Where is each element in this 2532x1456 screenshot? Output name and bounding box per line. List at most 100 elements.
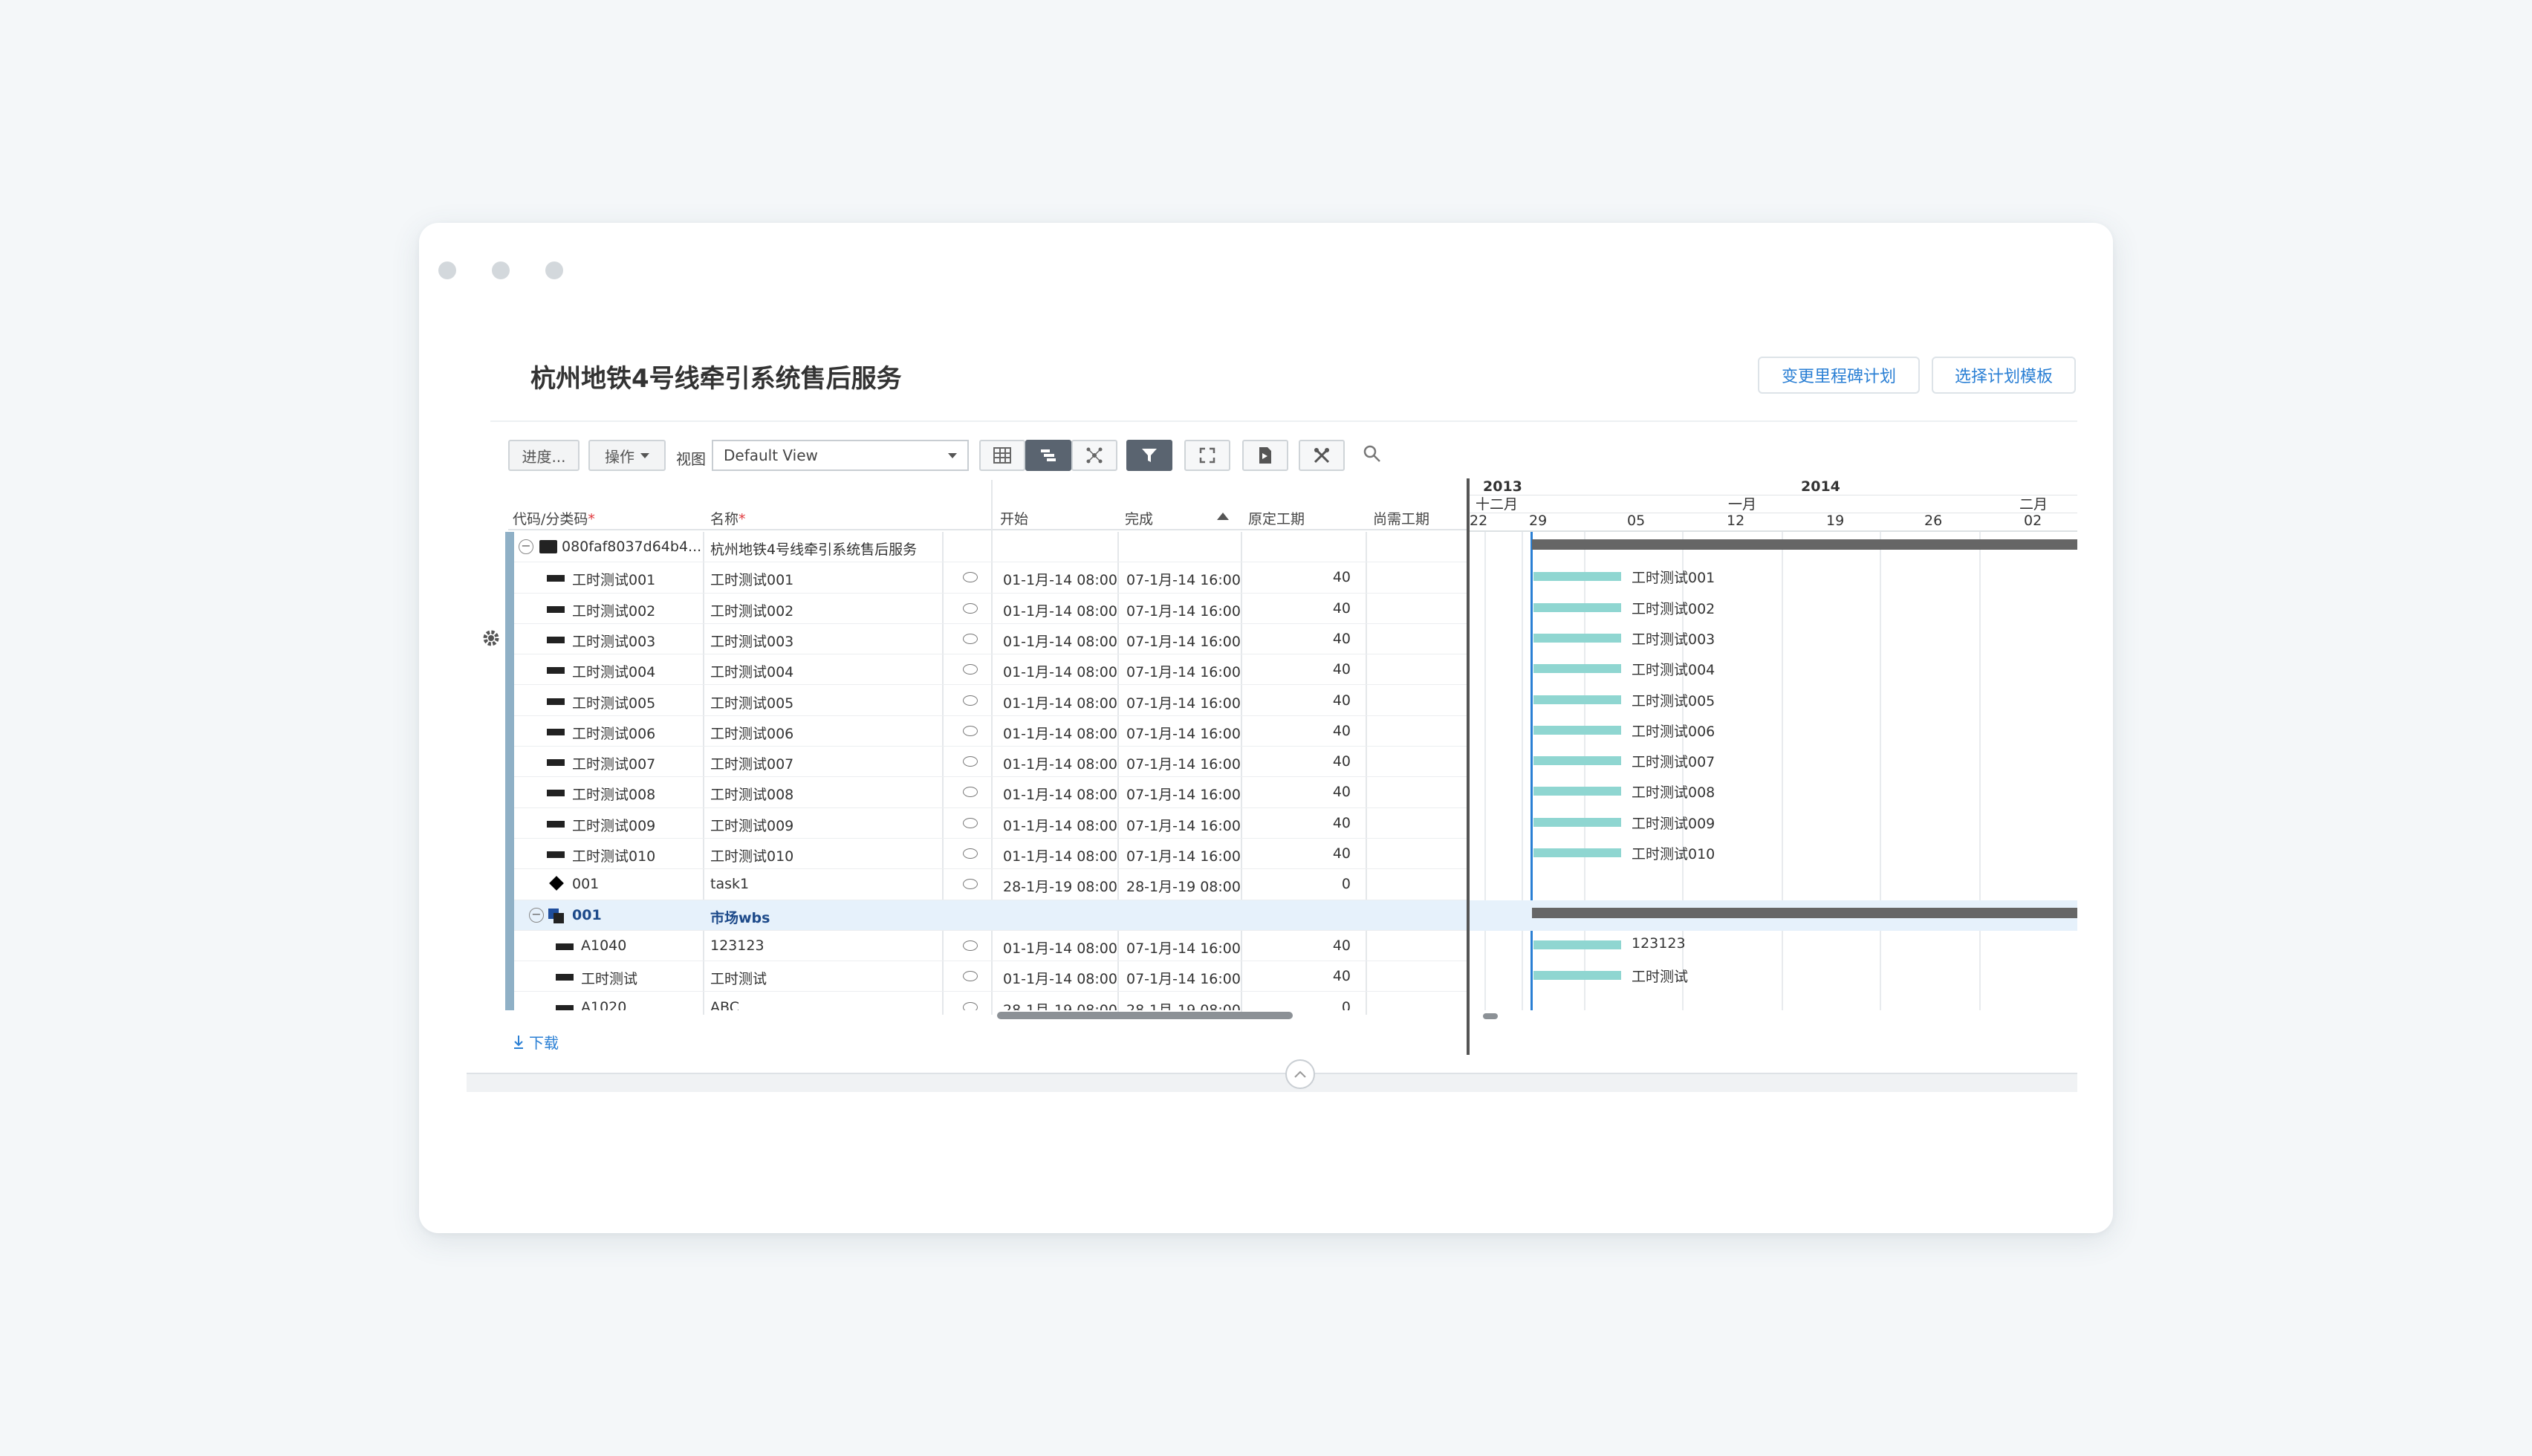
collapse-toggle-icon[interactable]: − — [529, 907, 544, 923]
gantt-timescale: 2013 2014 十二月 一月 二月 22 29 05 12 19 26 02 — [1470, 478, 2077, 532]
notes-bubble-icon[interactable] — [963, 602, 978, 614]
gear-icon — [483, 630, 499, 646]
row-duration: 40 — [1332, 569, 1351, 586]
table-row[interactable]: 工时测试002 工时测试002 01-1月-14 08:00 07-1月-14 16:… — [514, 594, 1467, 624]
window-dot-maximize[interactable] — [545, 261, 563, 279]
row-code: 001 — [572, 906, 602, 923]
notes-bubble-icon[interactable] — [963, 664, 978, 675]
row-code: 工时测试006 — [572, 725, 656, 742]
column-header-code[interactable]: 代码/分类码* — [513, 508, 595, 528]
column-header-orig-duration[interactable]: 原定工期 — [1248, 508, 1305, 528]
filter-button[interactable] — [1126, 440, 1172, 471]
collapse-panel-button[interactable] — [1285, 1059, 1315, 1089]
tools-icon — [1314, 447, 1330, 464]
task-bar[interactable] — [1533, 633, 1621, 643]
table-row[interactable]: − 001 市场wbs — [514, 900, 1467, 931]
notes-bubble-icon[interactable] — [963, 971, 978, 982]
task-bar[interactable] — [1533, 971, 1621, 981]
table-row[interactable]: 工时测试005 工时测试005 01-1月-14 08:00 07-1月-14 16:… — [514, 686, 1467, 716]
window-dot-close[interactable] — [438, 261, 456, 279]
column-header-name[interactable]: 名称* — [710, 508, 746, 528]
table-row[interactable]: 工时测试004 工时测试004 01-1月-14 08:00 07-1月-14 16:… — [514, 654, 1467, 686]
row-start: 01-1月-14 08:00 — [1003, 725, 1117, 742]
task-bar-label: 工时测试003 — [1632, 631, 1715, 648]
task-bar-label: 工时测试008 — [1632, 784, 1715, 802]
notes-bubble-icon[interactable] — [963, 572, 978, 583]
export-button[interactable] — [1242, 440, 1288, 471]
week-label: 05 — [1627, 513, 1646, 529]
column-header-finish[interactable]: 完成 — [1125, 508, 1153, 528]
row-name: 工时测试005 — [710, 695, 794, 712]
table-row[interactable]: 工时测试003 工时测试003 01-1月-14 08:00 07-1月-14 16:… — [514, 624, 1467, 655]
table-row[interactable]: 工时测试010 工时测试010 01-1月-14 08:00 07-1月-14 16:… — [514, 839, 1467, 870]
task-bar[interactable] — [1533, 848, 1621, 857]
notes-bubble-icon[interactable] — [963, 756, 978, 767]
notes-bubble-icon[interactable] — [963, 817, 978, 828]
download-link[interactable]: 下载 — [513, 1031, 559, 1053]
row-code: 工时测试004 — [572, 664, 656, 681]
window-dot-minimize[interactable] — [492, 261, 510, 279]
table-row[interactable]: 工时测试009 工时测试009 01-1月-14 08:00 07-1月-14 16:… — [514, 808, 1467, 839]
table-row[interactable]: − 080faf8037d64b4... 杭州地铁4号线牵引系统售后服务 — [514, 532, 1467, 563]
task-bar[interactable] — [1533, 572, 1621, 582]
collapse-toggle-icon[interactable]: − — [519, 539, 533, 554]
summary-bar[interactable] — [1532, 539, 2077, 550]
fullscreen-button[interactable] — [1184, 440, 1230, 471]
grid-view-button[interactable] — [979, 440, 1025, 471]
gantt-grid-line — [1522, 532, 1523, 1010]
row-finish: 07-1月-14 16:00 — [1126, 971, 1241, 988]
row-code: 工时测试007 — [572, 756, 656, 773]
search-icon — [1363, 445, 1380, 462]
settings-button[interactable] — [481, 628, 501, 651]
notes-bubble-icon[interactable] — [963, 940, 978, 951]
notes-bubble-icon[interactable] — [963, 633, 978, 644]
task-bar[interactable] — [1533, 695, 1621, 704]
task-bar[interactable] — [1533, 725, 1621, 735]
row-start: 01-1月-14 08:00 — [1003, 695, 1117, 712]
notes-bubble-icon[interactable] — [963, 1001, 978, 1010]
table-row[interactable]: 工时测试001 工时测试001 01-1月-14 08:00 07-1月-14 16:… — [514, 562, 1467, 594]
notes-bubble-icon[interactable] — [963, 879, 978, 890]
view-select[interactable]: Default View — [712, 440, 969, 471]
notes-bubble-icon[interactable] — [963, 695, 978, 706]
action-menu-button[interactable]: 操作 — [588, 440, 666, 471]
notes-bubble-icon[interactable] — [963, 848, 978, 859]
row-code: A1020 — [581, 998, 627, 1011]
table-row[interactable]: 工时测试008 工时测试008 01-1月-14 08:00 07-1月-14 16:… — [514, 777, 1467, 808]
notes-bubble-icon[interactable] — [963, 725, 978, 736]
row-duration: 40 — [1332, 784, 1351, 801]
task-bar[interactable] — [1533, 602, 1621, 612]
table-row[interactable]: A1040 123123 01-1月-14 08:00 07-1月-14 16:00 4… — [514, 931, 1467, 962]
table-row[interactable]: 工时测试 工时测试 01-1月-14 08:00 07-1月-14 16:00 40 — [514, 961, 1467, 992]
task-bar[interactable] — [1533, 817, 1621, 827]
change-milestone-button[interactable]: 变更里程碑计划 — [1758, 357, 1920, 394]
table-row[interactable]: A1020 ABC 28-1月-19 08:00 28-1月-19 08:00 0 — [514, 992, 1467, 1011]
column-header-start[interactable]: 开始 — [1000, 508, 1028, 528]
table-row[interactable]: 工时测试006 工时测试006 01-1月-14 08:00 07-1月-14 16:… — [514, 716, 1467, 747]
table-row[interactable]: 001 task1 28-1月-19 08:00 28-1月-19 08:00 0 — [514, 869, 1467, 900]
task-bar[interactable] — [1533, 664, 1621, 674]
grid-horizontal-scrollbar[interactable] — [997, 1012, 1293, 1019]
sort-ascending-icon[interactable] — [1217, 513, 1229, 520]
row-finish: 07-1月-14 16:00 — [1126, 602, 1241, 620]
gantt-scrollbar[interactable] — [1483, 1013, 1498, 1019]
notes-bubble-icon[interactable] — [963, 787, 978, 798]
network-view-button[interactable] — [1071, 440, 1117, 471]
select-template-button[interactable]: 选择计划模板 — [1932, 357, 2076, 394]
task-bar-label: 工时测试 — [1632, 969, 1689, 986]
row-finish: 07-1月-14 16:00 — [1126, 664, 1241, 681]
task-bar[interactable] — [1533, 787, 1621, 796]
year-label-2013: 2013 — [1483, 478, 1522, 495]
column-header-remaining-duration[interactable]: 尚需工期 — [1373, 508, 1429, 528]
search-button[interactable] — [1363, 444, 1382, 467]
progress-button[interactable]: 进度... — [508, 440, 580, 471]
summary-bar[interactable] — [1532, 907, 2077, 918]
row-start: 01-1月-14 08:00 — [1003, 787, 1117, 804]
table-row[interactable]: 工时测试007 工时测试007 01-1月-14 08:00 07-1月-14 16:… — [514, 747, 1467, 778]
task-bar[interactable] — [1533, 756, 1621, 766]
task-bar[interactable] — [1533, 940, 1621, 949]
wbs-icon — [548, 908, 565, 923]
chevron-up-icon — [1294, 1070, 1306, 1078]
tools-button[interactable] — [1299, 440, 1345, 471]
gantt-view-button[interactable] — [1025, 440, 1071, 471]
